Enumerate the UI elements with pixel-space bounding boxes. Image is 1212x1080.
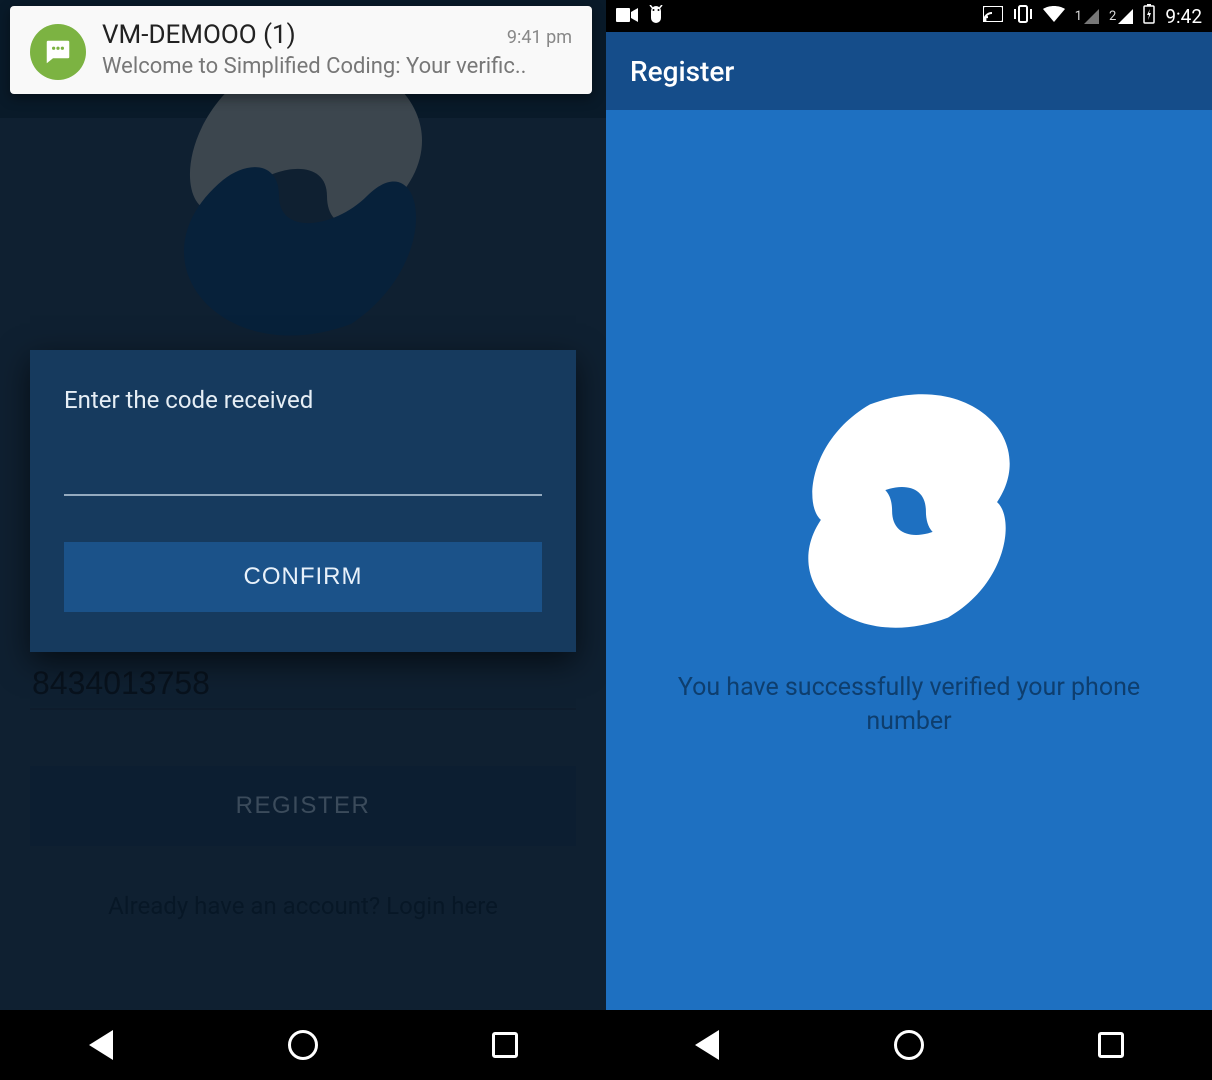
- sim2-signal: 2: [1109, 9, 1133, 24]
- clock: 9:42: [1165, 5, 1202, 28]
- home-icon: [894, 1030, 924, 1060]
- notification-title: VM-DEMOOO (1): [102, 20, 296, 50]
- recents-icon: [492, 1032, 518, 1058]
- wifi-icon: [1043, 6, 1065, 26]
- sim1-label: 1: [1075, 9, 1082, 24]
- verification-success-message: You have successfully verified your phon…: [669, 671, 1149, 739]
- phone-screen-right: 1 2 9:42 Register You have successfully …: [606, 0, 1212, 1080]
- back-icon: [695, 1030, 719, 1060]
- app-toolbar: Register: [606, 32, 1212, 110]
- recents-button[interactable]: [1094, 1028, 1128, 1062]
- toolbar-title: Register: [630, 55, 734, 88]
- sim2-label: 2: [1109, 9, 1116, 24]
- code-confirmation-dialog: Enter the code received CONFIRM: [30, 350, 576, 652]
- signal-empty-icon: [1084, 9, 1099, 24]
- confirm-button[interactable]: CONFIRM: [64, 542, 542, 612]
- back-button[interactable]: [84, 1028, 118, 1062]
- sim1-signal: 1: [1075, 9, 1099, 24]
- back-icon: [89, 1030, 113, 1060]
- verification-code-input[interactable]: [64, 460, 542, 496]
- notification-time: 9:41 pm: [507, 27, 572, 48]
- home-icon: [288, 1030, 318, 1060]
- back-button[interactable]: [690, 1028, 724, 1062]
- app-logo: [769, 381, 1049, 641]
- android-debug-icon: [648, 5, 664, 27]
- status-bar: 1 2 9:42: [606, 0, 1212, 32]
- recents-button[interactable]: [488, 1028, 522, 1062]
- home-button[interactable]: [286, 1028, 320, 1062]
- notification-text: VM-DEMOOO (1) 9:41 pm Welcome to Simplif…: [102, 20, 572, 79]
- recents-icon: [1098, 1032, 1124, 1058]
- video-recording-icon: [616, 7, 638, 26]
- sms-notification[interactable]: VM-DEMOOO (1) 9:41 pm Welcome to Simplif…: [10, 6, 592, 94]
- signal-full-icon: [1118, 9, 1133, 24]
- cast-icon: [983, 6, 1003, 26]
- dialog-title: Enter the code received: [64, 386, 542, 414]
- home-button[interactable]: [892, 1028, 926, 1062]
- vibrate-icon: [1013, 5, 1033, 27]
- notification-body: Welcome to Simplified Coding: Your verif…: [102, 54, 572, 79]
- register-screen: REGISTER Already have an account? Login …: [0, 0, 606, 1010]
- success-screen: You have successfully verified your phon…: [606, 110, 1212, 1010]
- system-nav-bar: [606, 1010, 1212, 1080]
- phone-screen-left: REGISTER Already have an account? Login …: [0, 0, 606, 1080]
- battery-charging-icon: [1143, 4, 1155, 28]
- system-nav-bar: [0, 1010, 606, 1080]
- messaging-app-icon: [30, 24, 86, 80]
